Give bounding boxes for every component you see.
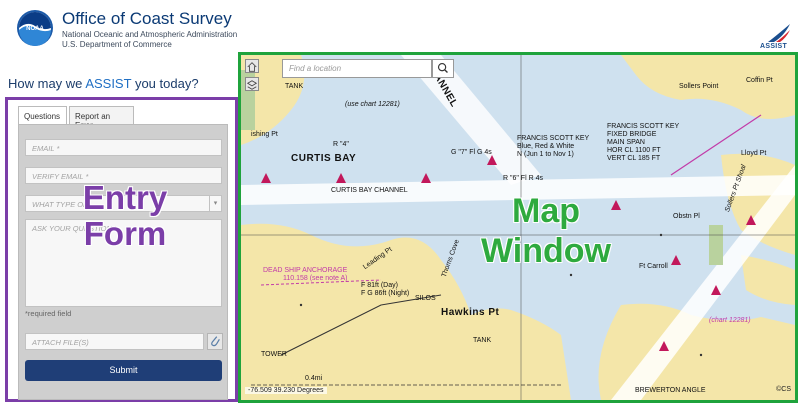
map-label-dead-ship-1: DEAD SHIP ANCHORAGE <box>263 267 348 274</box>
map-label-coffin-pt: Coffin Pt <box>746 77 773 84</box>
map-label-fort-carroll: Ft Carroll <box>639 263 668 270</box>
chevron-down-icon: ▾ <box>209 196 221 211</box>
map-label-sollers-point: Sollers Point <box>679 83 719 90</box>
map-label-hawkins-pt: Hawkins Pt <box>441 307 500 318</box>
map-label-fsk-line4: HOR CL 1100 FT <box>607 147 661 154</box>
required-field-note: *required field <box>25 309 72 318</box>
map-label-r4: R "4" <box>333 141 349 148</box>
map-layers-button[interactable] <box>245 77 259 91</box>
map-label-fsk-light3: N (Jun 1 to Nov 1) <box>517 151 574 158</box>
email-field[interactable]: EMAIL * <box>25 139 222 156</box>
map-label-tank-bottom: TANK <box>473 337 492 344</box>
noaa-logo-icon[interactable]: NOAA <box>16 9 54 47</box>
noaa-logo-text: NOAA <box>26 26 44 32</box>
org-subtitle-noaa: National Oceanic and Atmospheric Adminis… <box>62 30 238 39</box>
form-heading-suffix: you today? <box>131 76 199 91</box>
map-window-overlay-label: Map Window <box>451 191 641 271</box>
map-label-dead-ship-2: 110.158 (see note A) <box>283 275 348 282</box>
map-label-fsk-title: FRANCIS SCOTT KEY <box>607 123 680 130</box>
form-body: EMAIL * VERIFY EMAIL * WHAT TYPE OF ▾ ASK… <box>18 124 228 400</box>
map-label-mi: 0.4mi <box>305 375 323 382</box>
tab-questions[interactable]: Questions <box>18 106 67 125</box>
map-label-lloyd-pt: Lloyd Pt <box>741 150 767 157</box>
map-label-g7-fg4s: G "7" Fl G 4s <box>451 149 492 156</box>
tab-report-error[interactable]: Report an Error <box>69 106 134 130</box>
home-icon <box>247 62 257 72</box>
map-coordinates-readout: -76.509 39.230 Degrees <box>245 387 327 394</box>
map-label-silos: SILOS <box>415 295 436 302</box>
map-window[interactable]: TANK (use chart 12281) ANNEL Sollers Poi… <box>238 52 798 403</box>
map-overlay-line2: Window <box>481 232 611 270</box>
map-label-use-chart: (use chart 12281) <box>345 101 400 108</box>
entry-form-panel: Questions Report an Error EMAIL * VERIFY… <box>5 97 238 402</box>
org-subtitle-commerce: U.S. Department of Commerce <box>62 40 172 49</box>
location-search-input[interactable]: Find a location <box>282 59 432 78</box>
map-label-curtis-bay-channel: CURTIS BAY CHANNEL <box>331 187 408 194</box>
map-label-obstn-pl: Obstn Pl <box>673 213 700 220</box>
layers-icon <box>246 80 258 90</box>
submit-button[interactable]: Submit <box>25 360 222 381</box>
map-label-tower: TOWER <box>261 351 287 358</box>
map-overlay-line1: Map <box>512 192 580 230</box>
map-label-light-night: F G 86ft (Night) <box>361 290 410 297</box>
location-search-button[interactable] <box>432 59 454 78</box>
entry-overlay-line2: Form <box>83 215 167 252</box>
form-heading-prefix: How may we <box>8 76 86 91</box>
map-attribution: ©CS <box>776 386 791 393</box>
assist-logo-text: ASSIST <box>760 43 788 50</box>
map-home-button[interactable] <box>245 59 259 73</box>
map-label-light-day: F 81ft (Day) <box>361 282 398 289</box>
entry-overlay-line1: Entry <box>82 179 168 216</box>
assist-logo-icon[interactable] <box>766 22 792 44</box>
map-label-fsk-line5: VERT CL 185 FT <box>607 155 661 162</box>
search-icon <box>437 62 448 74</box>
entry-form-overlay-label: Entry Form <box>70 180 180 252</box>
attach-button[interactable] <box>207 333 223 350</box>
attach-file-field[interactable]: ATTACH FILE(S) <box>25 333 204 350</box>
map-label-brewerton: BREWERTON ANGLE <box>635 387 706 394</box>
map-label-curtis-bay: CURTIS BAY <box>291 153 357 164</box>
map-label-fishing-pt: ishing Pt <box>251 131 278 138</box>
map-label-fsk-line2: FIXED BRIDGE <box>607 131 657 138</box>
map-label-fsk-light1: FRANCIS SCOTT KEY <box>517 135 590 142</box>
map-label-fsk-line3: MAIN SPAN <box>607 139 645 146</box>
map-label-r6-fr4s: R "6" Fl R 4s <box>503 175 543 182</box>
map-label-chart-12281: (chart 12281) <box>709 317 751 324</box>
attach-icon <box>211 336 220 347</box>
org-title[interactable]: Office of Coast Survey <box>62 9 232 29</box>
map-label-tank-top: TANK <box>285 83 304 90</box>
map-label-fsk-light2: Blue, Red & White <box>517 143 575 150</box>
form-heading-highlight: ASSIST <box>85 76 132 91</box>
form-heading: How may we ASSIST you today? <box>8 76 199 91</box>
